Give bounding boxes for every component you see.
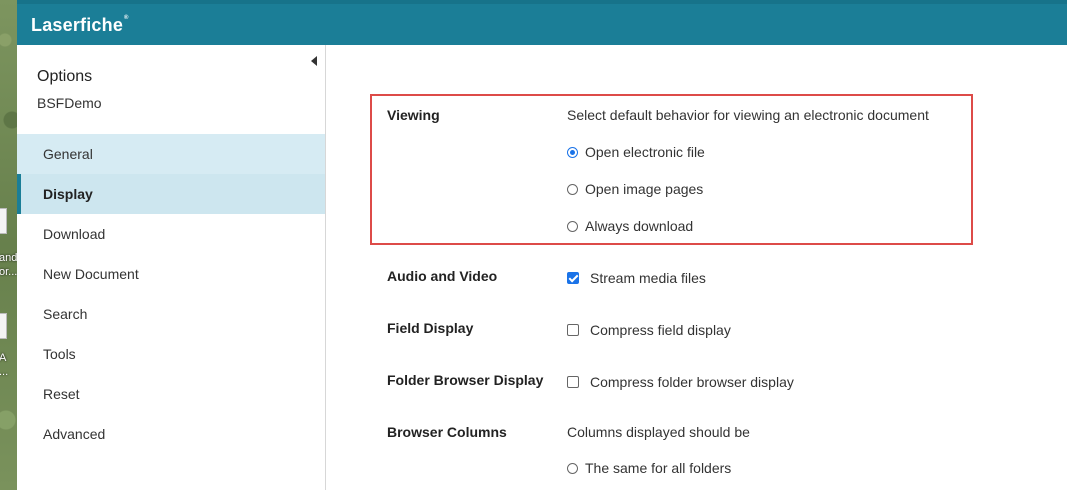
sidebar-item-new-document[interactable]: New Document xyxy=(17,254,325,294)
sidebar-item-advanced[interactable]: Advanced xyxy=(17,414,325,454)
radio-open-electronic-file[interactable]: Open electronic file xyxy=(567,144,705,160)
checkbox-checked-icon[interactable] xyxy=(567,272,579,284)
desktop-file-icon[interactable] xyxy=(0,313,7,339)
folder-browser-display-label: Folder Browser Display xyxy=(387,372,544,388)
audio-video-label: Audio and Video xyxy=(387,268,498,284)
checkbox-unchecked-icon[interactable] xyxy=(567,376,579,388)
desktop-file-label: or... xyxy=(0,266,18,278)
radio-unselected-icon[interactable] xyxy=(567,462,578,474)
desktop-background: and or... A ... xyxy=(0,0,17,490)
options-nav: General Display Download New Document Se… xyxy=(17,134,325,454)
viewing-label: Viewing xyxy=(387,107,440,123)
radio-unselected-icon[interactable] xyxy=(567,220,578,232)
desktop-file-icon[interactable] xyxy=(0,208,7,234)
checkbox-compress-field-display[interactable]: Compress field display xyxy=(567,322,731,338)
sidebar-item-general[interactable]: General xyxy=(17,134,325,174)
checkbox-label: Compress folder browser display xyxy=(590,374,794,390)
sidebar-item-tools[interactable]: Tools xyxy=(17,334,325,374)
radio-label: The same for all folders xyxy=(585,460,732,476)
desktop-file-label: and xyxy=(0,252,18,264)
radio-unselected-icon[interactable] xyxy=(567,183,578,195)
repository-name: BSFDemo xyxy=(37,95,102,111)
radio-label: Always download xyxy=(585,218,694,234)
browser-columns-description: Columns displayed should be xyxy=(567,424,750,440)
radio-same-for-all-folders[interactable]: The same for all folders xyxy=(567,460,731,476)
sidebar-item-download[interactable]: Download xyxy=(17,214,325,254)
checkbox-label: Stream media files xyxy=(590,270,706,286)
top-bar: Laserfiche® xyxy=(17,0,1067,45)
options-sidebar: Options BSFDemo General Display Download… xyxy=(17,45,326,490)
sidebar-item-reset[interactable]: Reset xyxy=(17,374,325,414)
radio-selected-icon[interactable] xyxy=(567,146,578,158)
checkbox-unchecked-icon[interactable] xyxy=(567,324,579,336)
radio-always-download[interactable]: Always download xyxy=(567,218,693,234)
laserfiche-logo[interactable]: Laserfiche® xyxy=(31,15,129,36)
checkbox-label: Compress field display xyxy=(590,322,731,338)
radio-label: Open image pages xyxy=(585,181,704,197)
laserfiche-app-window: Laserfiche® Options BSFDemo General Disp… xyxy=(17,0,1067,490)
radio-label: Open electronic file xyxy=(585,144,705,160)
checkbox-stream-media-files[interactable]: Stream media files xyxy=(567,270,706,286)
collapse-sidebar-icon[interactable] xyxy=(311,56,317,66)
browser-columns-label: Browser Columns xyxy=(387,424,507,440)
display-options-panel: Viewing Select default behavior for view… xyxy=(326,45,1067,490)
sidebar-title: Options xyxy=(37,68,93,85)
checkbox-compress-folder-browser-display[interactable]: Compress folder browser display xyxy=(567,374,794,390)
radio-open-image-pages[interactable]: Open image pages xyxy=(567,181,703,197)
sidebar-item-display[interactable]: Display xyxy=(17,174,325,214)
viewing-description: Select default behavior for viewing an e… xyxy=(567,107,929,123)
sidebar-item-search[interactable]: Search xyxy=(17,294,325,334)
field-display-label: Field Display xyxy=(387,320,474,336)
desktop-file-label: ... xyxy=(0,366,9,378)
desktop-file-label: A xyxy=(0,352,7,364)
